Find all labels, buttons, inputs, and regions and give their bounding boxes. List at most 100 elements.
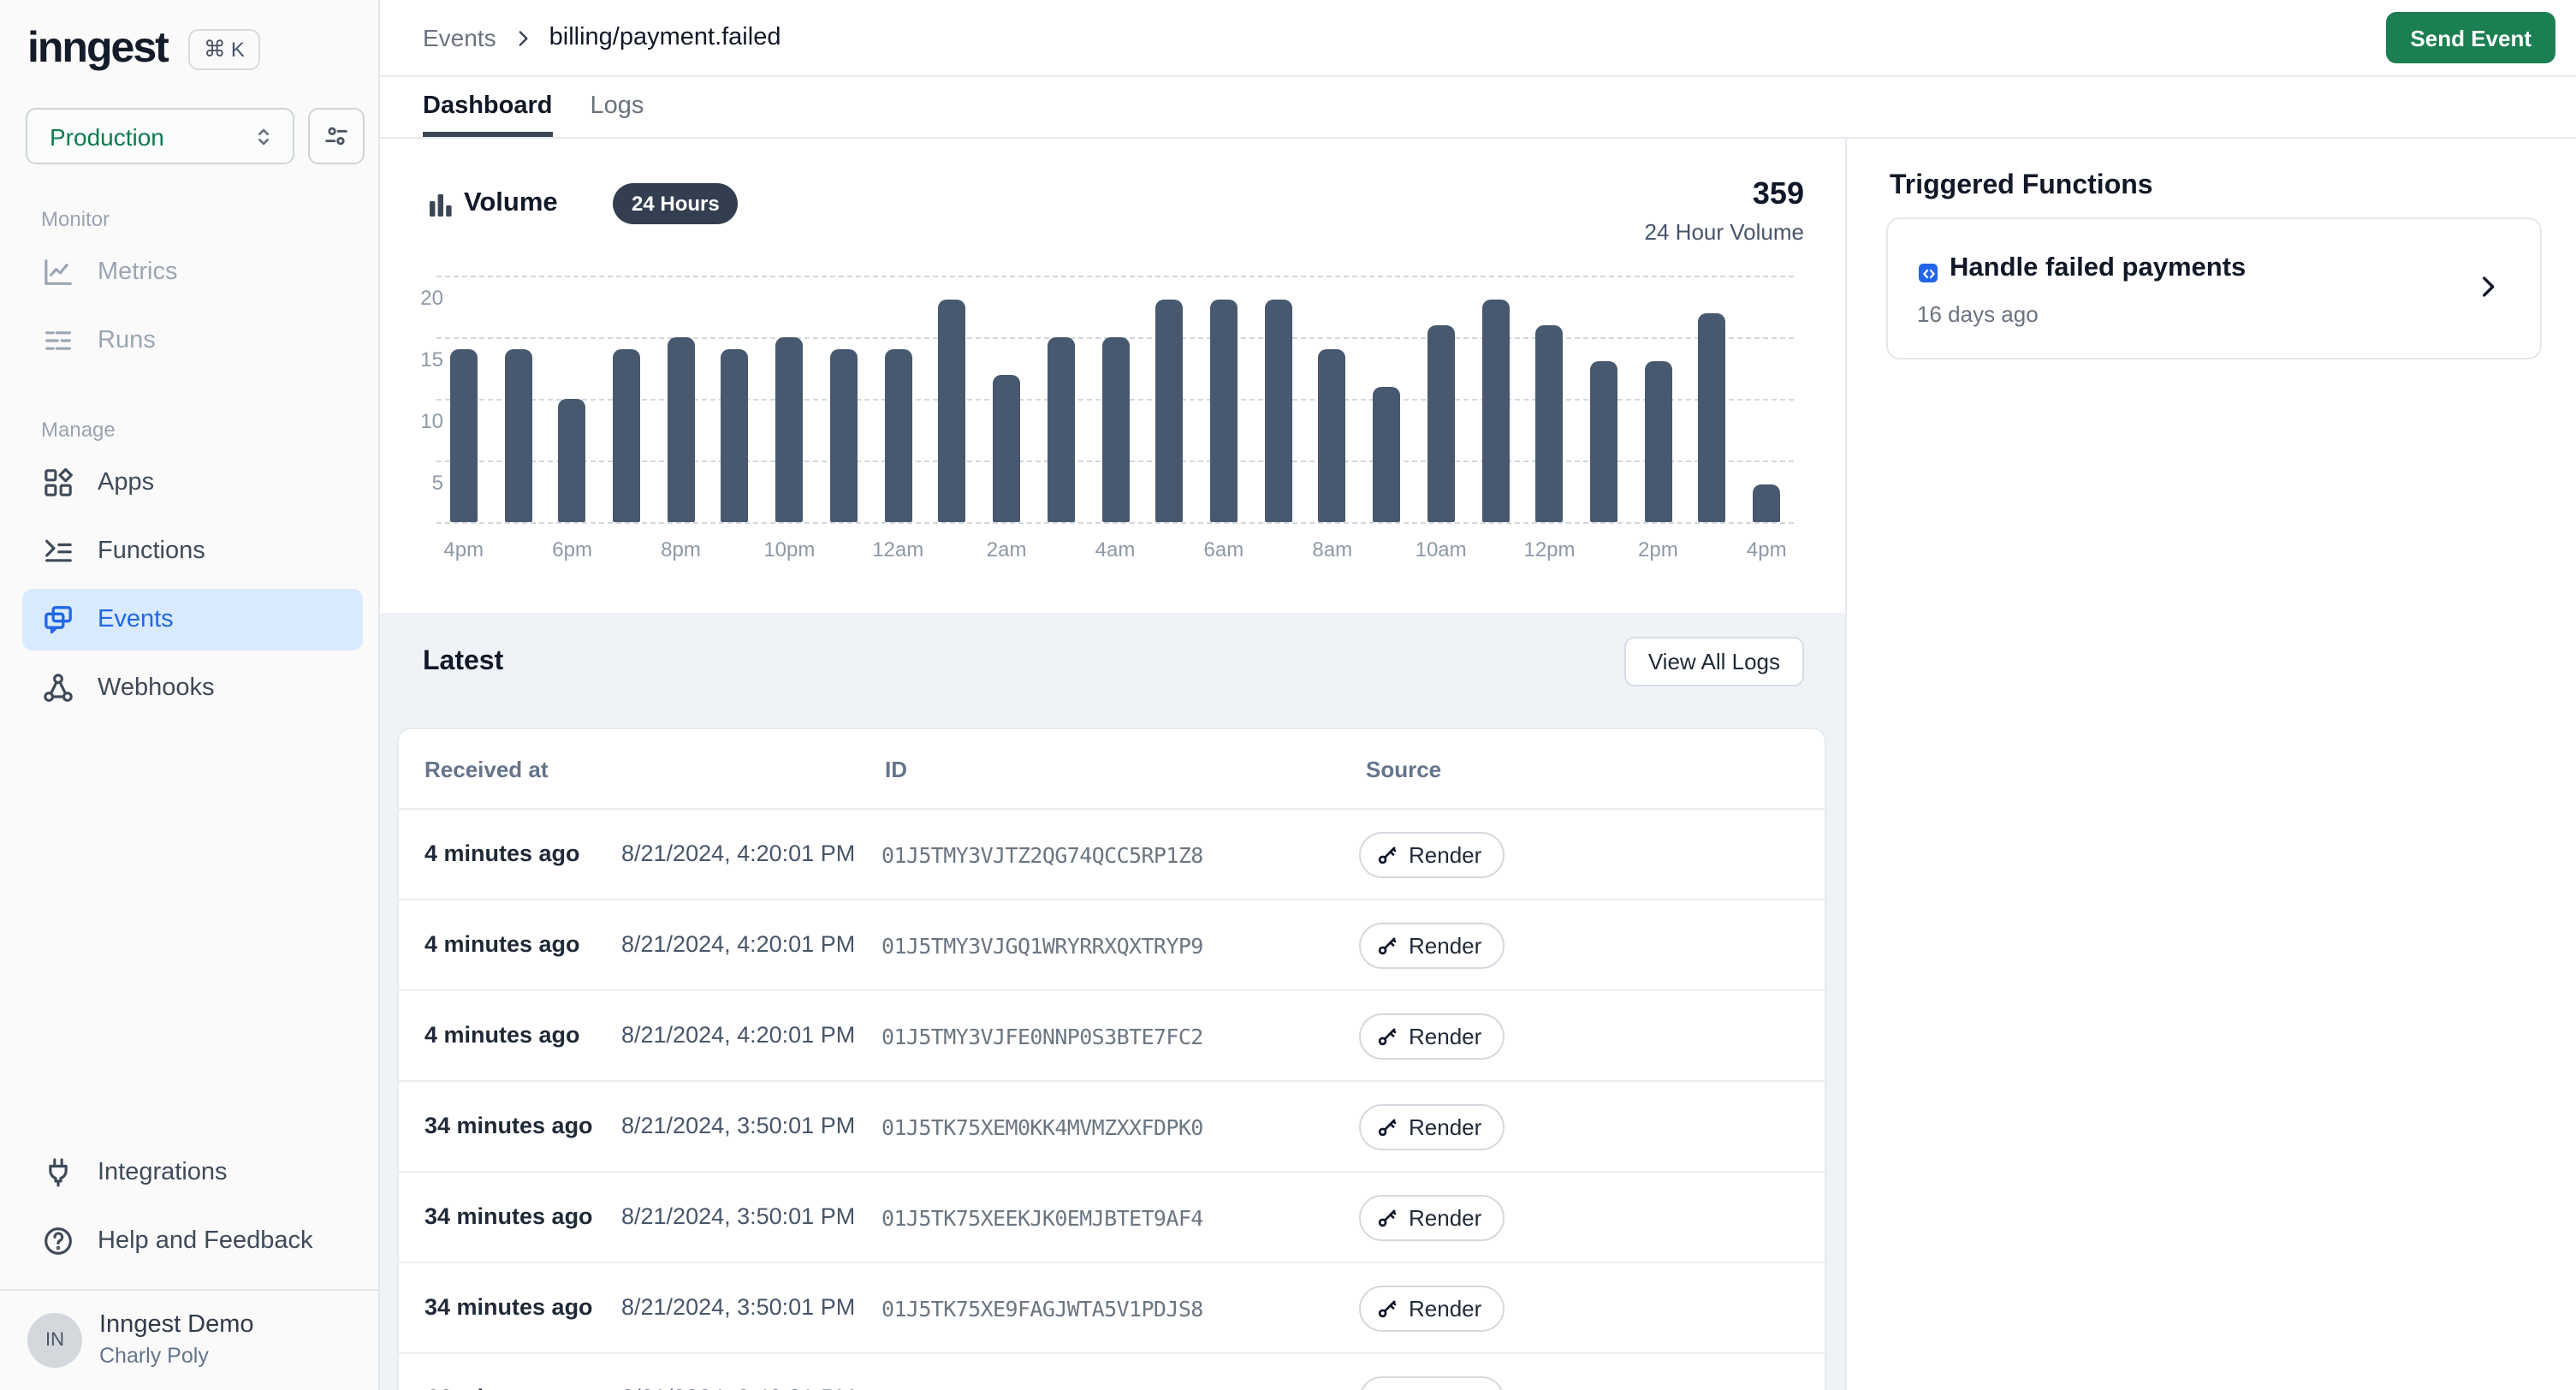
event-id: 01J5TMY3VJFE0NNP0S3BTE7FC2 [881,1024,1203,1049]
table-row[interactable]: 4 minutes ago 8/21/2024, 4:20:01 PM 01J5… [399,900,1825,991]
received-timestamp: 8/21/2024, 3:40:01 PM [621,1385,855,1390]
key-icon [1376,1298,1398,1320]
volume-bar [504,349,531,522]
sidebar-item-integrations[interactable]: Integrations [0,1139,378,1208]
command-icon: ⌘ [204,35,226,62]
source-badge[interactable]: Render [1359,1013,1504,1060]
received-timestamp: 8/21/2024, 4:20:01 PM [621,841,855,866]
function-last-run: 16 days ago [1917,301,2039,327]
latest-title: Latest [423,647,503,678]
sidebar-item-webhooks[interactable]: Webhooks [0,654,378,722]
volume-bar [775,337,803,522]
breadcrumb-events-link[interactable]: Events [423,24,496,51]
sliders-icon [322,122,351,151]
received-ago: 34 minutes ago [424,1203,593,1229]
table-row[interactable]: 4 minutes ago 8/21/2024, 4:20:01 PM 01J5… [399,991,1825,1082]
source-badge[interactable]: Render [1359,1104,1504,1150]
metrics-chart-icon [41,255,75,289]
range-badge[interactable]: 24 Hours [613,183,739,224]
key-icon [1376,1025,1398,1048]
x-axis-tick: 2am [965,538,1048,561]
volume-bar [613,349,640,522]
volume-bar [1481,300,1509,522]
x-axis-tick: 8pm [639,538,721,561]
received-ago: 4 minutes ago [424,841,580,866]
table-row[interactable]: 4 minutes ago 8/21/2024, 4:20:01 PM 01J5… [399,810,1825,900]
volume-bar [830,349,858,522]
received-timestamp: 8/21/2024, 3:50:01 PM [621,1203,855,1229]
command-key-label: K [231,37,245,61]
sidebar-item-events[interactable]: Events [22,589,363,650]
command-k-shortcut[interactable]: ⌘ K [188,28,260,69]
source-label: Render [1409,842,1481,868]
y-axis-tick: 15 [399,348,443,371]
x-axis-tick: 12am [857,538,939,561]
received-timestamp: 8/21/2024, 3:50:01 PM [621,1113,855,1138]
tab-dashboard[interactable]: Dashboard [423,77,553,137]
sidebar-item-metrics[interactable]: Metrics [0,238,378,306]
source-badge[interactable]: Render [1359,1286,1504,1332]
volume-section: Volume 24 Hours 359 24 Hour Volume 20151… [380,139,1845,613]
source-badge[interactable]: Render [1359,923,1504,969]
source-badge[interactable]: Render [1359,1376,1504,1390]
y-axis-tick: 10 [399,409,443,433]
main-area: Events billing/payment.failed Send Event… [380,0,2576,1390]
sidebar-item-apps[interactable]: Apps [0,448,378,517]
key-icon [1376,1207,1398,1229]
function-card[interactable]: Handle failed payments 16 days ago [1886,217,2542,359]
environment-settings-button[interactable] [308,108,365,164]
sidebar-item-label: Apps [98,469,154,496]
volume-bar [1536,325,1564,522]
sidebar-item-runs[interactable]: Runs [0,306,378,375]
x-axis-tick: 10am [1400,538,1482,561]
view-all-logs-button[interactable]: View All Logs [1624,637,1804,686]
tab-logs[interactable]: Logs [591,77,644,137]
triggered-functions-panel: Triggered Functions Handle failed paymen… [1845,139,2576,1390]
volume-bar [1048,337,1075,522]
topbar: Events billing/payment.failed Send Event [380,0,2576,77]
user-menu[interactable]: IN Inngest Demo Charly Poly [0,1292,378,1390]
x-axis-tick: 8am [1291,538,1374,561]
x-axis-tick: 4am [1074,538,1156,561]
table-header-row: Received at ID Source [399,729,1825,810]
source-label: Render [1409,933,1481,959]
event-id: 01J5TJWVXVWBRNH3KE9ZZ73EW0 [881,1387,1203,1390]
volume-bar [1427,325,1455,522]
events-table: Received at ID Source 4 minutes ago 8/21… [397,728,1826,1390]
sidebar-item-label: Runs [98,327,156,354]
received-timestamp: 8/21/2024, 4:20:01 PM [621,931,855,957]
y-axis-tick: 5 [399,471,443,495]
volume-bar [667,337,694,522]
table-row[interactable]: 34 minutes ago 8/21/2024, 3:50:01 PM 01J… [399,1263,1825,1354]
environment-value: Production [50,122,164,150]
volume-title: Volume [464,188,558,219]
event-id: 01J5TMY3VJTZ2QG74QCC5RP1Z8 [881,842,1203,868]
volume-bar [721,349,749,522]
volume-chart-plot: 20151054pm6pm8pm10pm12am2am4am6am8am10am… [436,276,1794,522]
y-axis-tick: 20 [399,286,443,310]
section-label-monitor: Monitor [0,207,378,231]
sidebar-item-label: Functions [98,538,205,565]
volume-bar [1210,300,1238,522]
sidebar-item-functions[interactable]: Functions [0,517,378,585]
sidebar-item-help-and-feedback[interactable]: Help and Feedback [0,1208,378,1276]
user-name: Charly Poly [99,1342,254,1370]
avatar: IN [27,1313,82,1368]
environment-selector[interactable]: Production [26,108,294,164]
user-info: Inngest Demo Charly Poly [99,1312,254,1369]
inngest-logo[interactable]: inngest [27,24,168,74]
send-event-button[interactable]: Send Event [2386,12,2555,63]
sidebar-item-label: Integrations [98,1160,228,1187]
table-row[interactable]: 34 minutes ago 8/21/2024, 3:50:01 PM 01J… [399,1082,1825,1173]
triggered-functions-title: Triggered Functions [1890,171,2153,202]
x-axis-tick: 2pm [1617,538,1699,561]
received-ago: 44 minutes ago [424,1385,593,1390]
table-row[interactable]: 34 minutes ago 8/21/2024, 3:50:01 PM 01J… [399,1173,1825,1263]
source-badge[interactable]: Render [1359,1195,1504,1241]
table-row[interactable]: 44 minutes ago 8/21/2024, 3:40:01 PM 01J… [399,1354,1825,1390]
source-badge[interactable]: Render [1359,832,1504,878]
plug-icon [41,1156,75,1191]
gridline [436,276,1794,277]
volume-bar [1373,387,1400,522]
volume-bar [1644,362,1671,522]
